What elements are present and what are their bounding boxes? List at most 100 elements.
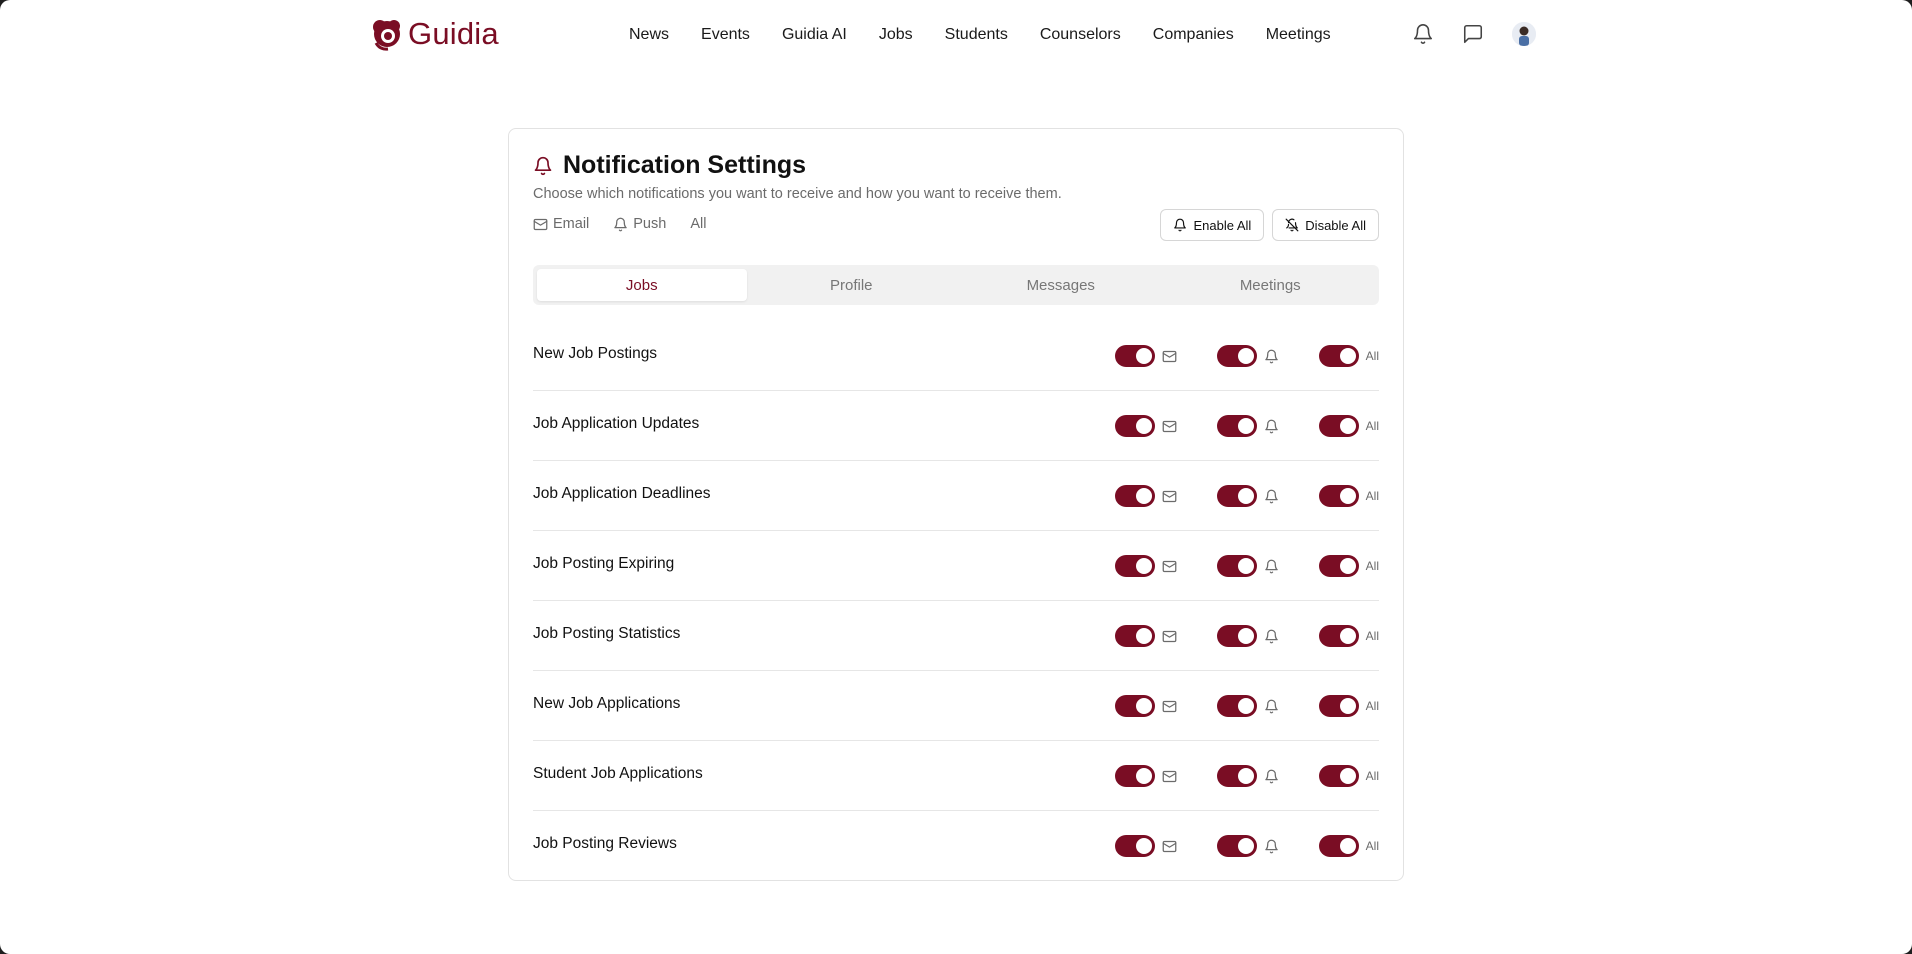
channel-controls: All: [1114, 695, 1379, 717]
all-label: All: [1365, 629, 1379, 643]
notification-row: Job Posting Reviews All: [533, 811, 1379, 880]
category-tabs: Jobs Profile Messages Meetings: [533, 265, 1379, 305]
avatar[interactable]: [1512, 22, 1536, 46]
email-group: [1114, 625, 1177, 647]
email-toggle[interactable]: [1114, 625, 1155, 647]
push-toggle[interactable]: [1216, 415, 1257, 437]
push-group: [1216, 625, 1279, 647]
chat-icon[interactable]: [1462, 23, 1484, 45]
all-label: All: [1365, 419, 1379, 433]
mail-icon: [1162, 840, 1177, 852]
all-toggle[interactable]: [1318, 625, 1359, 647]
email-toggle[interactable]: [1114, 555, 1155, 577]
tab-meetings[interactable]: Meetings: [1166, 269, 1376, 301]
channel-controls: All: [1114, 485, 1379, 507]
all-group: All: [1318, 835, 1379, 857]
nav-news[interactable]: News: [629, 26, 669, 44]
notification-label: New Job Applications: [533, 695, 681, 712]
email-group: [1114, 555, 1177, 577]
mail-icon: [1162, 420, 1177, 432]
main-nav: News Events Guidia AI Jobs Students Coun…: [629, 26, 1331, 44]
all-group: All: [1318, 415, 1379, 437]
legend-push: Push: [613, 216, 666, 232]
mail-icon: [1162, 490, 1177, 502]
tab-jobs[interactable]: Jobs: [537, 269, 747, 301]
enable-all-button[interactable]: Enable All: [1160, 209, 1265, 241]
push-toggle[interactable]: [1216, 625, 1257, 647]
bell-icon[interactable]: [1412, 23, 1434, 45]
tab-profile[interactable]: Profile: [747, 269, 957, 301]
channel-controls: All: [1114, 415, 1379, 437]
push-group: [1216, 765, 1279, 787]
bell-icon: [1264, 419, 1278, 433]
email-group: [1114, 345, 1177, 367]
push-toggle[interactable]: [1216, 765, 1257, 787]
mail-icon: [1162, 770, 1177, 782]
all-toggle[interactable]: [1318, 415, 1359, 437]
bell-icon: [614, 217, 628, 231]
notification-row: Student Job Applications All: [533, 741, 1379, 811]
email-group: [1114, 695, 1177, 717]
legend-push-label: Push: [633, 216, 667, 232]
tab-messages[interactable]: Messages: [956, 269, 1166, 301]
nav-meetings[interactable]: Meetings: [1266, 26, 1331, 44]
notification-label: Job Posting Statistics: [533, 625, 681, 642]
enable-all-label: Enable All: [1193, 217, 1252, 233]
bell-icon: [1264, 559, 1278, 573]
email-toggle[interactable]: [1114, 485, 1155, 507]
guidia-logo-icon: [373, 20, 400, 51]
email-toggle[interactable]: [1114, 345, 1155, 367]
disable-all-button[interactable]: Disable All: [1272, 209, 1379, 241]
mail-icon: [1162, 560, 1177, 572]
notification-row: Job Posting Expiring All: [533, 531, 1379, 601]
push-group: [1216, 835, 1279, 857]
all-label: All: [1365, 559, 1379, 573]
brand-logo[interactable]: Guidia: [370, 16, 499, 52]
all-toggle[interactable]: [1318, 345, 1359, 367]
nav-jobs[interactable]: Jobs: [879, 26, 913, 44]
email-toggle[interactable]: [1114, 765, 1155, 787]
all-toggle[interactable]: [1318, 555, 1359, 577]
push-toggle[interactable]: [1216, 345, 1257, 367]
nav-counselors[interactable]: Counselors: [1040, 26, 1121, 44]
push-toggle[interactable]: [1216, 835, 1257, 857]
all-toggle[interactable]: [1318, 765, 1359, 787]
email-toggle[interactable]: [1114, 415, 1155, 437]
all-toggle[interactable]: [1318, 695, 1359, 717]
all-toggle[interactable]: [1318, 485, 1359, 507]
notification-label: Student Job Applications: [533, 765, 703, 782]
email-toggle[interactable]: [1114, 835, 1155, 857]
mail-icon: [1162, 350, 1177, 362]
all-group: All: [1318, 345, 1379, 367]
all-group: All: [1318, 695, 1379, 717]
all-group: All: [1318, 485, 1379, 507]
push-group: [1216, 415, 1279, 437]
all-group: All: [1318, 625, 1379, 647]
push-toggle[interactable]: [1216, 695, 1257, 717]
nav-events[interactable]: Events: [701, 26, 750, 44]
email-toggle[interactable]: [1114, 695, 1155, 717]
notification-label: New Job Postings: [533, 345, 658, 362]
notification-row: New Job Applications All: [533, 671, 1379, 741]
notification-settings-card: Notification Settings Choose which notif…: [508, 128, 1404, 881]
legend-email: Email: [533, 216, 589, 232]
all-toggle[interactable]: [1318, 835, 1359, 857]
notification-label: Job Posting Expiring: [533, 555, 675, 572]
all-group: All: [1318, 555, 1379, 577]
mail-icon: [1162, 630, 1177, 642]
push-toggle[interactable]: [1216, 555, 1257, 577]
notification-row: Job Application Deadlines All: [533, 461, 1379, 531]
nav-guidia-ai[interactable]: Guidia AI: [782, 26, 847, 44]
channel-controls: All: [1114, 835, 1379, 857]
nav-students[interactable]: Students: [945, 26, 1008, 44]
card-header: Notification Settings: [533, 151, 806, 180]
all-label: All: [1365, 769, 1379, 783]
push-toggle[interactable]: [1216, 485, 1257, 507]
push-group: [1216, 345, 1279, 367]
legend-email-label: Email: [553, 216, 590, 232]
bell-icon: [1174, 218, 1187, 232]
top-navbar: Guidia News Events Guidia AI Jobs Studen…: [0, 0, 1912, 72]
nav-companies[interactable]: Companies: [1153, 26, 1234, 44]
page: Guidia News Events Guidia AI Jobs Studen…: [0, 0, 1912, 954]
channel-controls: All: [1114, 765, 1379, 787]
